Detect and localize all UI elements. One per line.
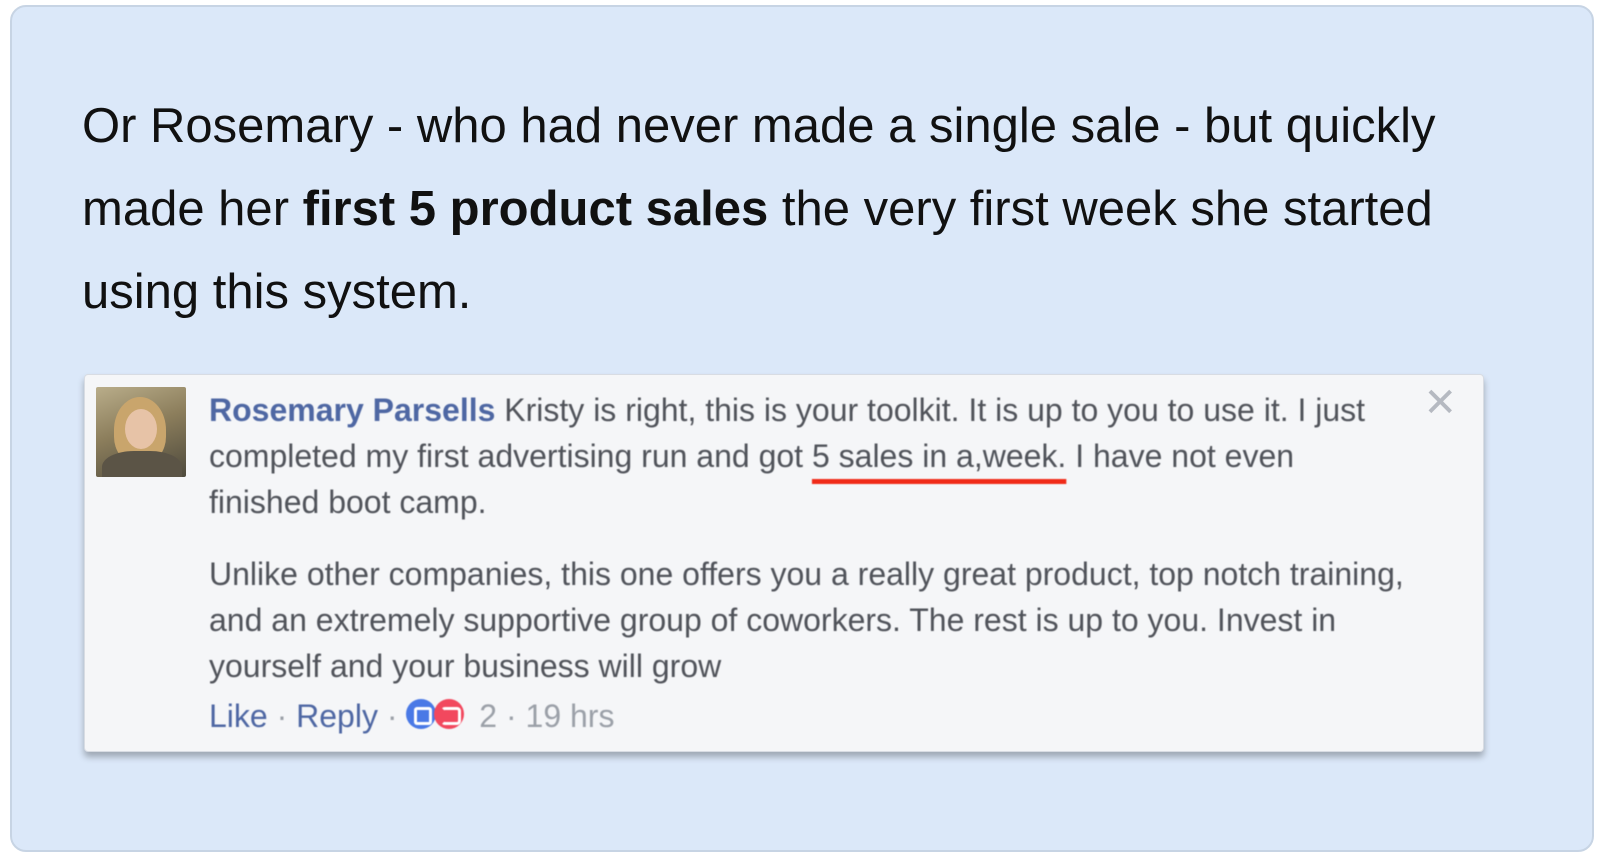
underlined-text: 5 sales in a,week. (811, 438, 1067, 474)
reaction-count[interactable]: 2 (479, 698, 497, 734)
avatar-body (102, 451, 182, 477)
comment-actions: Like · Reply · 2 · 19 hrs (209, 693, 1409, 739)
reply-link[interactable]: Reply (296, 698, 378, 734)
avatar-face (125, 409, 157, 449)
comment-screenshot: ✕ Rosemary Parsells Kristy is right, thi… (84, 374, 1484, 752)
like-link[interactable]: Like (209, 698, 268, 734)
timestamp[interactable]: 19 hrs (526, 698, 615, 734)
separator: · (267, 698, 297, 734)
comment-paragraph-2: Unlike other companies, this one offers … (209, 556, 1404, 684)
separator: · (377, 698, 407, 734)
intro-highlight: first 5 product sales (302, 182, 769, 236)
like-reaction-icon (406, 699, 437, 729)
intro-text: Or Rosemary - who had never made a singl… (82, 85, 1522, 334)
comment-body: Rosemary Parsells Kristy is right, this … (209, 387, 1409, 739)
reactions[interactable] (406, 699, 470, 731)
close-icon[interactable]: ✕ (1423, 383, 1457, 423)
comment-paragraph-1: Rosemary Parsells Kristy is right, this … (209, 387, 1409, 525)
separator: · (497, 698, 526, 734)
author-name-link[interactable]: Rosemary Parsells (209, 392, 495, 428)
avatar[interactable] (96, 387, 186, 477)
love-reaction-icon (434, 699, 465, 729)
